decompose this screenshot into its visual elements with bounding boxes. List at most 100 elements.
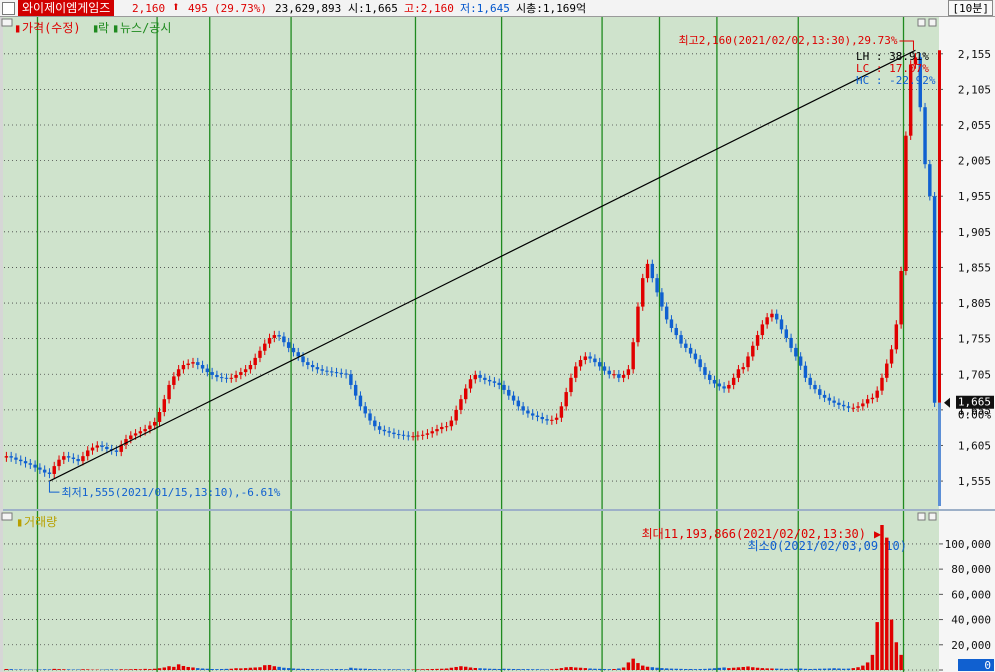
legend-price[interactable]: 가격(수정) [22, 21, 81, 35]
volume-bar [736, 667, 741, 670]
volume-bar [42, 669, 47, 670]
volume-bar [86, 669, 90, 670]
volume-bar [243, 668, 248, 670]
candle-body [28, 463, 33, 465]
volume-bar [219, 668, 224, 670]
volume-bar [473, 667, 478, 670]
price-tick-label: 1,955 [958, 190, 991, 203]
volume-bar [679, 668, 683, 670]
candle-body [722, 386, 726, 389]
candle-body [736, 369, 741, 378]
candle-body [291, 347, 296, 353]
volume-bar [444, 668, 449, 670]
legend-news[interactable]: 뉴스/공시 [120, 21, 171, 35]
volume-bar [822, 668, 827, 670]
candle-body [818, 389, 822, 395]
volume-bar [420, 669, 425, 670]
volume-bar [267, 664, 272, 670]
candle-body [478, 374, 482, 378]
volume-bar [315, 669, 320, 670]
volume-bar [373, 669, 377, 670]
candle-body [440, 426, 444, 430]
candle-body [196, 362, 200, 365]
panel-close-icon[interactable] [928, 18, 937, 27]
price-tick-label: 1,755 [958, 333, 991, 346]
candle-body [86, 450, 90, 457]
price-candle [636, 302, 640, 347]
panel-close-icon[interactable] [928, 512, 937, 521]
legend-rak[interactable]: 락 [98, 21, 109, 35]
candle-body [229, 377, 233, 379]
volume-bar [650, 667, 655, 670]
candle-body [928, 164, 932, 197]
volume-bar [263, 665, 267, 670]
candle-body [708, 374, 712, 380]
candle-body [684, 343, 688, 348]
price-chart[interactable]: 최고2,160(2021/02/02,13:30),29.73% 최저1,555(… [0, 0, 995, 672]
volume-bar [172, 666, 176, 670]
candle-body [837, 402, 841, 405]
price-tick-label: 1,605 [958, 439, 991, 452]
candle-body [889, 349, 894, 364]
volume-bar [483, 668, 487, 670]
volume-bar [861, 665, 865, 670]
volume-bar [487, 668, 492, 670]
candle-body [454, 409, 458, 421]
price-candle [904, 131, 908, 276]
legend-volume[interactable]: 거래량 [24, 515, 57, 529]
candle-body [674, 327, 678, 336]
volume-bar [258, 667, 262, 670]
panel-menu-icon[interactable] [1, 18, 13, 27]
legend-volume-marker: ▮ [16, 515, 23, 529]
volume-bar [722, 667, 726, 670]
candle-body [416, 435, 420, 437]
volume-bar [554, 668, 559, 670]
candle-body [38, 467, 42, 470]
volume-bar [138, 669, 143, 670]
candle-body [143, 429, 147, 432]
candle-body [406, 435, 411, 437]
candle-body [794, 347, 798, 357]
candle-body [521, 406, 525, 411]
volume-bar [306, 668, 310, 670]
candle-body [808, 377, 812, 385]
panel-minimize-icon[interactable] [917, 18, 926, 27]
candle-body [932, 196, 937, 403]
candle-body [162, 399, 167, 412]
volume-bar [330, 669, 334, 670]
volume-bar [717, 667, 722, 670]
candle-body [52, 466, 56, 474]
candle-body [286, 342, 291, 348]
volume-bar [440, 668, 444, 670]
candle-body [784, 329, 789, 338]
candle-body [511, 395, 516, 401]
price-tick-label: 1,855 [958, 261, 991, 274]
candle-body [717, 383, 722, 387]
candle-body [774, 313, 779, 320]
price-candle [923, 102, 927, 169]
candle-body [746, 356, 750, 368]
candle-body [353, 384, 358, 396]
volume-bar [511, 668, 516, 670]
volume-bar [530, 669, 535, 670]
panel-minimize-icon[interactable] [917, 512, 926, 521]
volume-bar [674, 668, 678, 670]
volume-bar [607, 669, 611, 670]
volume-bar [626, 662, 631, 670]
candle-body [9, 456, 13, 458]
volume-bar [583, 668, 588, 670]
volume-bar [703, 668, 707, 670]
volume-bar [832, 668, 836, 670]
volume-bar [277, 666, 281, 670]
volume-bar [621, 667, 626, 670]
candle-body [904, 135, 908, 271]
candle-body [114, 450, 119, 452]
candle-body [741, 367, 745, 370]
volume-bar [655, 667, 659, 670]
candle-body [650, 263, 655, 279]
candle-body [602, 366, 607, 371]
panel-menu-icon[interactable] [1, 512, 13, 521]
volume-bar [755, 667, 760, 670]
volume-bar [129, 669, 133, 670]
candle-body [248, 365, 253, 370]
